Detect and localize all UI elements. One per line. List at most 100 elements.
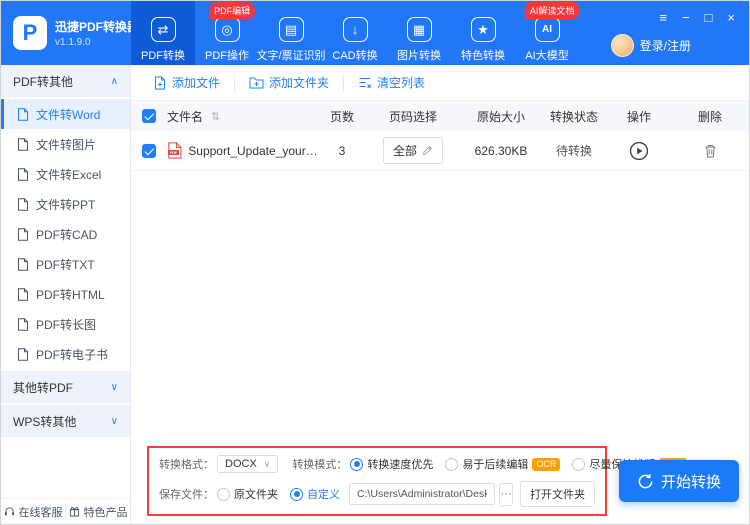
file-toolbar: 添加文件 添加文件夹 清空列表 bbox=[131, 65, 749, 101]
file-icon bbox=[18, 347, 28, 361]
play-icon bbox=[629, 141, 649, 160]
sidebar-group-other-to-pdf[interactable]: 其他转PDF ∨ bbox=[1, 371, 130, 403]
id-card-icon: ▤ bbox=[278, 17, 304, 42]
table-header-row: 文件名 ⇅ 页数 页码选择 原始大小 转换状态 操作 删除 bbox=[131, 101, 749, 131]
login-label: 登录/注册 bbox=[639, 39, 691, 53]
sidebar-item-label: 文件转PPT bbox=[36, 197, 96, 212]
page-select-value: 全部 bbox=[392, 144, 417, 158]
add-file-button[interactable]: 添加文件 bbox=[139, 74, 234, 91]
minimize-icon[interactable]: − bbox=[682, 11, 690, 24]
clear-list-button[interactable]: 清空列表 bbox=[343, 74, 439, 91]
sidebar: PDF转其他 ∧ 文件转Word 文件转图片 文件转Excel 文件转PPT P… bbox=[1, 65, 131, 524]
tab-label: 图片转换 bbox=[397, 50, 441, 62]
sidebar-item-label: 文件转Excel bbox=[36, 167, 102, 182]
menu-icon[interactable]: ≡ bbox=[659, 11, 667, 24]
group-label: 其他转PDF bbox=[13, 380, 74, 395]
star-icon: ★ bbox=[470, 17, 496, 42]
mode-edit-radio[interactable]: 易于后续编辑 OCR bbox=[445, 456, 561, 472]
sidebar-item-file-to-image[interactable]: 文件转图片 bbox=[1, 129, 130, 159]
save-path-input[interactable] bbox=[349, 483, 495, 505]
sidebar-item-pdf-to-ebook[interactable]: PDF转电子书 bbox=[1, 339, 130, 369]
delete-row-button[interactable] bbox=[704, 144, 717, 158]
save-original-label: 原文件夹 bbox=[234, 489, 278, 501]
mode-speed-radio[interactable]: 转换速度优先 bbox=[350, 456, 433, 472]
headset-icon bbox=[4, 507, 14, 516]
sidebar-item-file-to-ppt[interactable]: 文件转PPT bbox=[1, 189, 130, 219]
mode-label: 转换模式： bbox=[292, 459, 348, 471]
main-panel: 添加文件 添加文件夹 清空列表 文件名 ⇅ 页数 页码选择 原始大小 转换状态 … bbox=[131, 65, 749, 524]
radio-icon bbox=[217, 487, 230, 501]
radio-icon bbox=[350, 457, 364, 471]
file-icon bbox=[18, 167, 28, 181]
mode-speed-label: 转换速度优先 bbox=[367, 459, 434, 471]
sidebar-item-label: 文件转图片 bbox=[36, 137, 97, 152]
sidebar-item-pdf-to-cad[interactable]: PDF转CAD bbox=[1, 219, 130, 249]
start-row-convert-button[interactable] bbox=[629, 141, 649, 161]
sidebar-item-file-to-excel[interactable]: 文件转Excel bbox=[1, 159, 130, 189]
page-select-button[interactable]: 全部 bbox=[382, 137, 443, 164]
add-folder-icon bbox=[249, 77, 264, 89]
image-icon: ▦ bbox=[406, 17, 432, 42]
radio-icon bbox=[290, 487, 303, 501]
tab-cad-convert[interactable]: ↓ CAD转换 bbox=[323, 1, 387, 65]
sidebar-item-pdf-to-txt[interactable]: PDF转TXT bbox=[1, 249, 130, 279]
col-header-size: 原始大小 bbox=[476, 109, 525, 124]
sidebar-item-pdf-to-html[interactable]: PDF转HTML bbox=[1, 279, 130, 309]
file-icon bbox=[18, 137, 28, 151]
tab-label: PDF转换 bbox=[141, 50, 185, 62]
col-header-status: 转换状态 bbox=[549, 109, 598, 124]
browse-path-button[interactable]: ··· bbox=[499, 482, 513, 506]
svg-text:PDF: PDF bbox=[170, 151, 178, 155]
add-folder-button[interactable]: 添加文件夹 bbox=[234, 74, 343, 91]
sidebar-item-file-to-word[interactable]: 文件转Word bbox=[1, 99, 130, 129]
convert-status: 待转换 bbox=[555, 144, 592, 158]
tab-label: AI大模型 bbox=[525, 50, 569, 62]
file-icon bbox=[18, 317, 28, 331]
col-header-filename: 文件名 bbox=[167, 109, 204, 124]
tab-text-ocr[interactable]: ▤ 文字/票证识别 bbox=[256, 1, 326, 65]
gift-icon bbox=[69, 507, 79, 517]
login-button[interactable]: 登录/注册 bbox=[610, 34, 691, 57]
sidebar-group-pdf-to-other[interactable]: PDF转其他 ∧ bbox=[1, 65, 130, 97]
operate-icon: ◎ bbox=[214, 17, 240, 42]
tab-feature-convert[interactable]: ★ 特色转换 bbox=[451, 1, 515, 65]
sidebar-group-wps-to-other[interactable]: WPS转其他 ∨ bbox=[1, 405, 130, 437]
sidebar-item-label: 文件转Word bbox=[36, 107, 101, 122]
col-header-delete: 删除 bbox=[697, 109, 722, 124]
cad-icon: ↓ bbox=[342, 17, 368, 42]
tab-label: PDF操作 bbox=[205, 50, 249, 62]
format-mode-row: 转换格式： DOCX ∨ 转换模式： 转换速度优先 易于后续编辑 OCR bbox=[159, 455, 688, 473]
maximize-icon[interactable]: □ bbox=[705, 11, 713, 24]
open-folder-button[interactable]: 打开文件夹 bbox=[520, 481, 595, 507]
ai-icon: AI bbox=[534, 17, 560, 42]
tab-label: 文字/票证识别 bbox=[256, 50, 326, 62]
logo-area: P 迅捷PDF转换器 v1.1.9.0 bbox=[1, 1, 139, 65]
add-folder-label: 添加文件夹 bbox=[269, 76, 330, 90]
tab-image-convert[interactable]: ▦ 图片转换 bbox=[387, 1, 451, 65]
tab-pdf-operate[interactable]: PDF编辑 ◎ PDF操作 bbox=[195, 1, 259, 65]
select-all-checkbox[interactable] bbox=[142, 109, 156, 123]
tab-pdf-convert[interactable]: ⇄ PDF转换 bbox=[131, 1, 195, 65]
edit-icon bbox=[422, 145, 433, 156]
row-checkbox[interactable] bbox=[142, 143, 156, 158]
format-label: 转换格式： bbox=[159, 459, 214, 471]
featured-products-button[interactable]: 特色产品 bbox=[65, 503, 130, 520]
sort-icon[interactable]: ⇅ bbox=[211, 110, 220, 123]
pdf-edit-badge: PDF编辑 bbox=[209, 2, 256, 19]
file-name: Support_Update_your_Dev bbox=[188, 143, 319, 158]
page-count: 3 bbox=[338, 143, 346, 158]
avatar bbox=[610, 34, 634, 57]
tab-ai-model[interactable]: AI解读文档 AI AI大模型 bbox=[515, 1, 580, 65]
chevron-down-icon: ∨ bbox=[110, 415, 118, 427]
online-service-button[interactable]: 在线客服 bbox=[1, 504, 65, 520]
group-label: WPS转其他 bbox=[13, 414, 77, 429]
table-row: PDF Support_Update_your_Dev 3 全部 626.30K… bbox=[131, 131, 749, 171]
close-icon[interactable]: × bbox=[727, 11, 735, 24]
sidebar-item-pdf-to-long-image[interactable]: PDF转长图 bbox=[1, 309, 130, 339]
save-original-radio[interactable]: 原文件夹 bbox=[217, 486, 278, 502]
save-custom-radio[interactable]: 自定义 bbox=[290, 486, 340, 502]
chevron-up-icon: ∧ bbox=[110, 75, 118, 87]
save-label: 保存文件： bbox=[159, 489, 214, 501]
start-convert-button[interactable]: 开始转换 bbox=[619, 460, 739, 502]
format-select[interactable]: DOCX ∨ bbox=[217, 455, 279, 473]
